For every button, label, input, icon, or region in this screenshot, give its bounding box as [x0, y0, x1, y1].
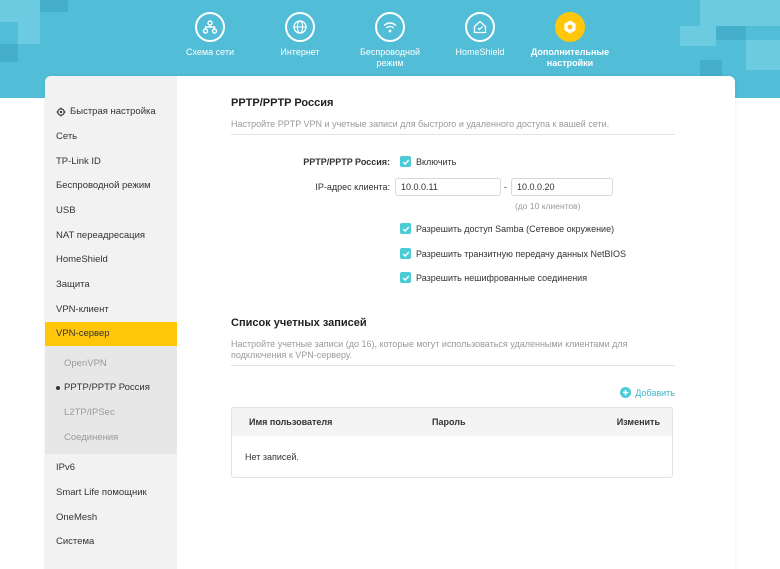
- sidebar-item-system[interactable]: Система: [56, 536, 94, 547]
- client-ip-label: IP-адрес клиента:: [315, 182, 390, 192]
- add-account-button[interactable]: Добавить: [620, 387, 675, 398]
- section-description: Настройте PPTP VPN и учетные записи для …: [231, 119, 610, 129]
- accounts-table: Имя пользователя Пароль Изменить Нет зап…: [231, 407, 673, 478]
- home-shield-icon: [465, 12, 495, 42]
- sidebar-item-usb[interactable]: USB: [56, 205, 76, 216]
- sidebar-item-vpn-server[interactable]: VPN-сервер: [45, 322, 177, 346]
- unencrypted-checkbox-label: Разрешить нешифрованные соединения: [416, 273, 588, 283]
- network-map-icon: [195, 12, 225, 42]
- current-dot: [56, 386, 60, 390]
- sidebar-subitem-pptp[interactable]: PPTP/PPTP Россия: [64, 382, 150, 393]
- nav-internet[interactable]: Интернет: [260, 12, 340, 58]
- sidebar-item-label: VPN-сервер: [56, 328, 110, 339]
- plus-circle-icon: [620, 387, 632, 398]
- wifi-icon: [375, 12, 405, 42]
- nav-homeshield[interactable]: HomeShield: [440, 12, 520, 58]
- settings-card: Быстрая настройка Сеть TP-Link ID Беспро…: [45, 76, 735, 569]
- gear-icon: [555, 12, 585, 42]
- samba-checkbox-label: Разрешить доступ Samba (Сетевое окружени…: [416, 224, 615, 234]
- nav-label: Дополнительные настройки: [530, 47, 610, 68]
- sidebar-subitem-l2tp[interactable]: L2TP/IPSec: [64, 407, 115, 418]
- sidebar-item-wireless[interactable]: Беспроводной режим: [56, 180, 151, 191]
- sidebar-subitem-connections[interactable]: Соединения: [64, 432, 118, 443]
- ip-range-separator: -: [504, 182, 507, 192]
- column-header-password: Пароль: [432, 417, 466, 427]
- nav-label: Схема сети: [186, 47, 234, 57]
- sidebar: Быстрая настройка Сеть TP-Link ID Беспро…: [45, 76, 177, 569]
- sidebar-item-vpn-client[interactable]: VPN-клиент: [56, 304, 109, 315]
- column-header-username: Имя пользователя: [249, 417, 333, 427]
- globe-icon: [285, 12, 315, 42]
- sidebar-subitem-openvpn[interactable]: OpenVPN: [64, 358, 107, 369]
- check-icon: [402, 226, 409, 232]
- netbios-checkbox[interactable]: [400, 248, 411, 259]
- sidebar-item-nat[interactable]: NAT переадресация: [56, 230, 145, 241]
- check-icon: [402, 159, 409, 165]
- check-icon: [402, 275, 409, 281]
- sidebar-item-ipv6[interactable]: IPv6: [56, 462, 75, 473]
- add-account-label: Добавить: [635, 387, 675, 398]
- divider: [231, 365, 675, 366]
- client-ip-start-input[interactable]: [395, 178, 501, 196]
- accounts-title: Список учетных записей: [231, 317, 367, 329]
- nav-label: Интернет: [280, 47, 320, 57]
- column-header-edit: Изменить: [616, 417, 660, 427]
- section-title: PPTP/PPTP Россия: [231, 97, 334, 109]
- client-ip-hint: (до 10 клиентов): [515, 201, 581, 211]
- nav-label: HomeShield: [455, 47, 505, 57]
- sidebar-item-quick-setup[interactable]: Быстрая настройка: [56, 106, 156, 117]
- accounts-description: Настройте учетные записи (до 16), которы…: [231, 339, 628, 360]
- check-icon: [402, 251, 409, 257]
- sidebar-item-smart-life[interactable]: Smart Life помощник: [56, 487, 147, 498]
- nav-wireless[interactable]: Беспроводной режим: [350, 12, 430, 69]
- client-ip-end-input[interactable]: [511, 178, 613, 196]
- unencrypted-checkbox[interactable]: [400, 272, 411, 283]
- sidebar-item-network[interactable]: Сеть: [56, 131, 77, 142]
- enable-checkbox[interactable]: [400, 156, 411, 167]
- enable-label: PPTP/PPTP Россия:: [303, 157, 390, 167]
- divider: [231, 134, 675, 135]
- gear-outline-icon: [56, 107, 66, 117]
- sidebar-item-security[interactable]: Защита: [56, 279, 90, 290]
- sidebar-item-onemesh[interactable]: OneMesh: [56, 512, 97, 523]
- samba-checkbox[interactable]: [400, 223, 411, 234]
- sidebar-item-homeshield[interactable]: HomeShield: [56, 254, 108, 265]
- nav-label: Беспроводной режим: [359, 47, 421, 68]
- sidebar-submenu: OpenVPN PPTP/PPTP Россия L2TP/IPSec Соед…: [45, 346, 177, 454]
- table-header: Имя пользователя Пароль Изменить: [232, 408, 672, 436]
- table-empty-message: Нет записей.: [245, 452, 299, 462]
- enable-checkbox-label: Включить: [416, 157, 457, 167]
- netbios-checkbox-label: Разрешить транзитную передачу данных Net…: [416, 249, 627, 259]
- nav-network-map[interactable]: Схема сети: [170, 12, 250, 58]
- sidebar-item-label: Быстрая настройка: [70, 106, 156, 117]
- nav-advanced[interactable]: Дополнительные настройки: [530, 12, 610, 69]
- sidebar-item-tplink-id[interactable]: TP-Link ID: [56, 156, 101, 167]
